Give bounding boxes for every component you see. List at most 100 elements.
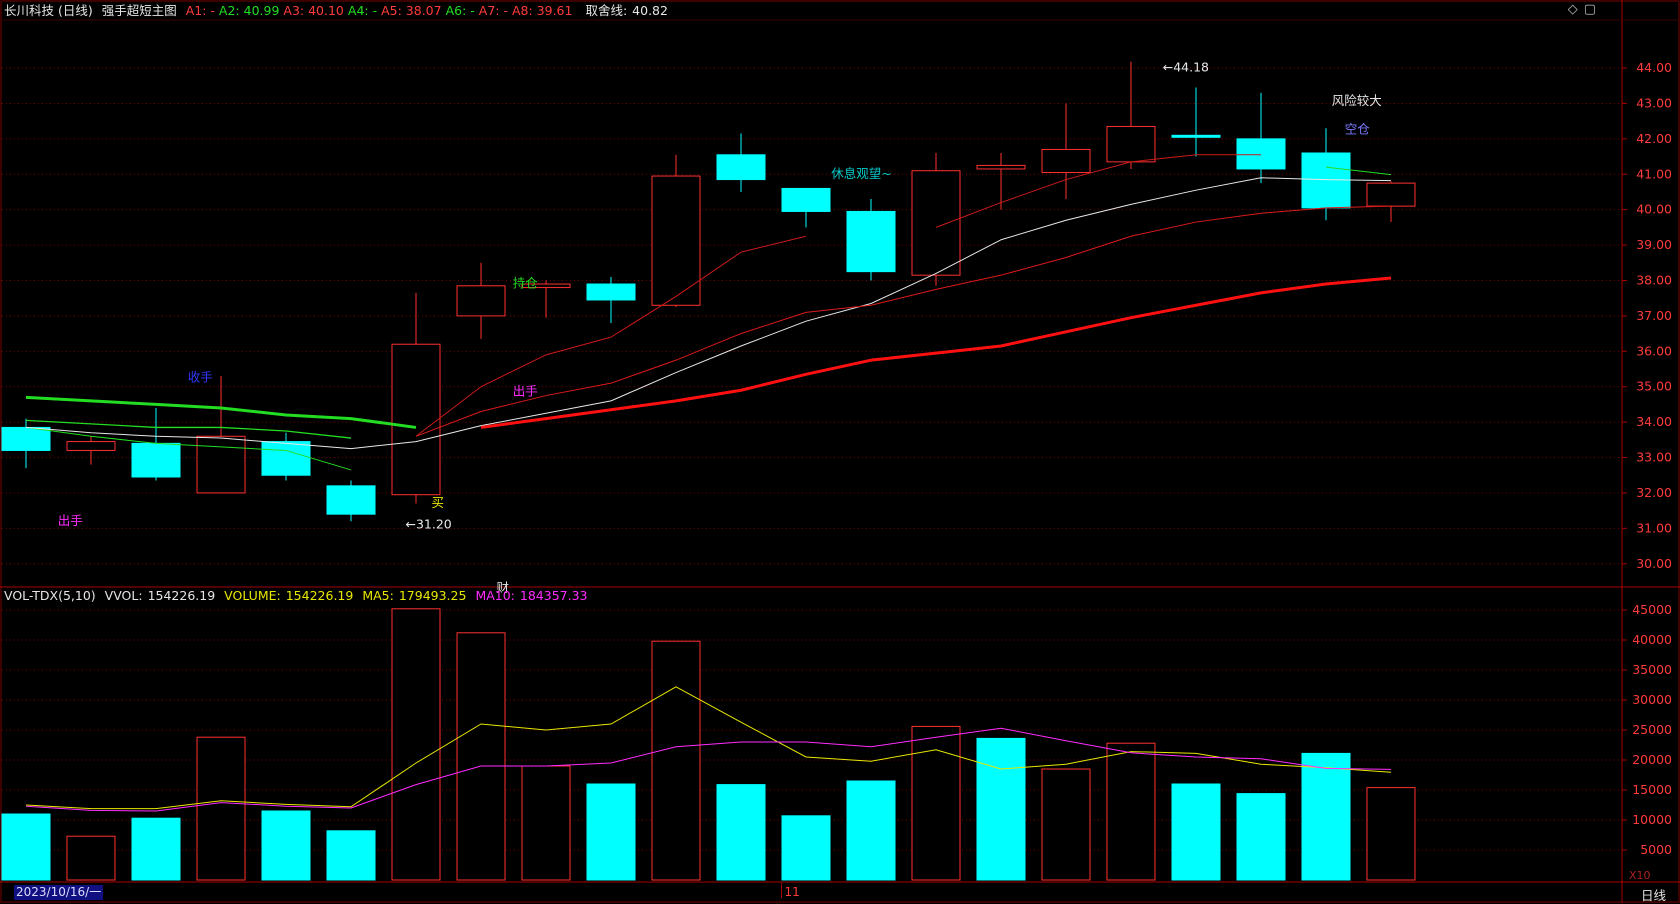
line-red-thin-a [415,205,1392,437]
price-tick-label: 36.00 [1636,343,1672,358]
outer-frame [0,0,1680,903]
ma10-label: MA10: [475,588,515,603]
indicator-name: 强手超短主图 [101,3,177,18]
chart-annotation: ←31.20 [406,516,452,531]
price-tick-label: 30.00 [1636,556,1672,571]
volume-bar-down [846,780,896,881]
volume-bar-down [976,737,1026,881]
ma5-value: 179493.25 [398,588,467,603]
volume-bar-up [66,835,116,881]
start-date: 2023/10/16/一 [14,885,104,900]
volume-tick-label: 35000 [1632,662,1672,677]
price-tick-label: 42.00 [1636,131,1672,146]
candle-up [456,285,506,317]
candle-down [1171,134,1221,138]
volume-bar-down [131,817,181,881]
price-tick-label: 41.00 [1636,166,1672,181]
main-indicator-header: 长川科技 (日线) 强手超短主图 A1: - A2: 40.99 A3: 40.10… [4,2,673,20]
volume-tick-label: 10000 [1632,812,1672,827]
price-tick-label: 33.00 [1636,450,1672,465]
volume-bar-down [326,830,376,881]
price-tick-label: 38.00 [1636,272,1672,287]
volume-label: VOLUME: [224,588,281,603]
candle-up [976,164,1026,170]
candle-down [781,187,831,212]
chart-annotation: 持仓 [513,276,539,291]
candle-down [131,442,181,478]
volume-bar-up [521,765,571,881]
price-tick-label: 39.00 [1636,237,1672,252]
chart-annotation: 空仓 [1345,122,1371,137]
price-tick-label: 37.00 [1636,308,1672,323]
candle-down [1,426,51,451]
chart-annotation: ←44.18 [1163,60,1209,75]
volume-bar-down [261,810,311,881]
ma10-value: 184357.33 [519,588,588,603]
volume-bar-up [651,640,701,881]
stock-title: 长川科技 (日线) [4,3,93,18]
diamond-icon[interactable]: ◇ [1568,2,1584,17]
volume-bar-down [1236,793,1286,881]
volume-tick-label: 20000 [1632,752,1672,767]
chart-annotation: 出手 [513,384,538,399]
chart-annotation: 买 [432,495,445,510]
candle-up [1106,125,1156,163]
indicator-value-3: A3: 40.10 [283,3,344,18]
price-tick-label: 34.00 [1636,414,1672,429]
volume-bar-down [781,815,831,881]
indicator-value-2: A2: 40.99 [218,3,280,18]
volume-bar-up [1366,787,1416,881]
price-tick-label: 44.00 [1636,60,1672,75]
indicator-value-5: A5: 38.07 [381,3,442,18]
price-tick-label: 43.00 [1636,95,1672,110]
volume-tick-label: 5000 [1640,842,1672,857]
line-red-thin-b [415,235,807,437]
chart-annotation: 风险较大 [1332,93,1382,108]
candle-up [651,175,701,306]
square-icon[interactable]: ▢ [1584,2,1602,17]
candle-down [586,283,636,301]
volume-tick-label: 30000 [1632,692,1672,707]
quse-value: 40.82 [632,3,668,18]
volume-tick-label: 25000 [1632,722,1672,737]
volume-bar-up [456,632,506,881]
volume-bar-up [1106,742,1156,881]
timeframe-label[interactable]: 日线 [1641,885,1666,904]
vvol-value: 154226.19 [147,588,216,603]
indicator-value-6: A6: - [445,3,475,18]
stock-chart[interactable]: 30.00 31.00 32.00 33.00 34.00 35.00 36.00 37.00… [0,0,1680,903]
volume-tick-label: 40000 [1632,632,1672,647]
volume-bar-down [586,783,636,881]
volume-tick-label: 15000 [1632,782,1672,797]
candle-up [391,343,441,496]
indicator-value-7: A7: - [478,3,508,18]
volume-bar-up [1041,768,1091,881]
candle-up [1041,148,1091,173]
candle-down [1301,152,1351,209]
ma5-label: MA5: [362,588,394,603]
volume-tick-label: 45000 [1632,602,1672,617]
candle-down [716,154,766,181]
volume-bar-up [391,608,441,881]
candle-up [911,170,961,276]
volume-bar-down [1171,783,1221,881]
candle-down [261,441,311,476]
chart-annotation: 出手 [58,513,83,528]
window-controls: ◇▢ [1568,2,1602,17]
indicator-value-8: A8: 39.61 [511,3,573,18]
indicator-values: A1: - A2: 40.99 A3: 40.10 A4: - A5: 38.07 A6:… [186,3,577,18]
line-green-mid [25,419,352,439]
price-tick-label: 35.00 [1636,379,1672,394]
candle-up [66,441,116,451]
vvol-label: VVOL: [104,588,143,603]
price-tick-label: 31.00 [1636,520,1672,535]
volume-value: 154226.19 [285,588,354,603]
chart-annotation: 休息观望~ [831,166,891,181]
indicator-value-4: A4: - [347,3,378,18]
month-label: 11 [785,885,800,899]
candle-down [846,210,896,273]
price-tick-label: 32.00 [1636,485,1672,500]
volume-bar-down [1,813,51,881]
volume-bar-down [716,784,766,881]
chart-annotation: 收手 [188,369,213,384]
